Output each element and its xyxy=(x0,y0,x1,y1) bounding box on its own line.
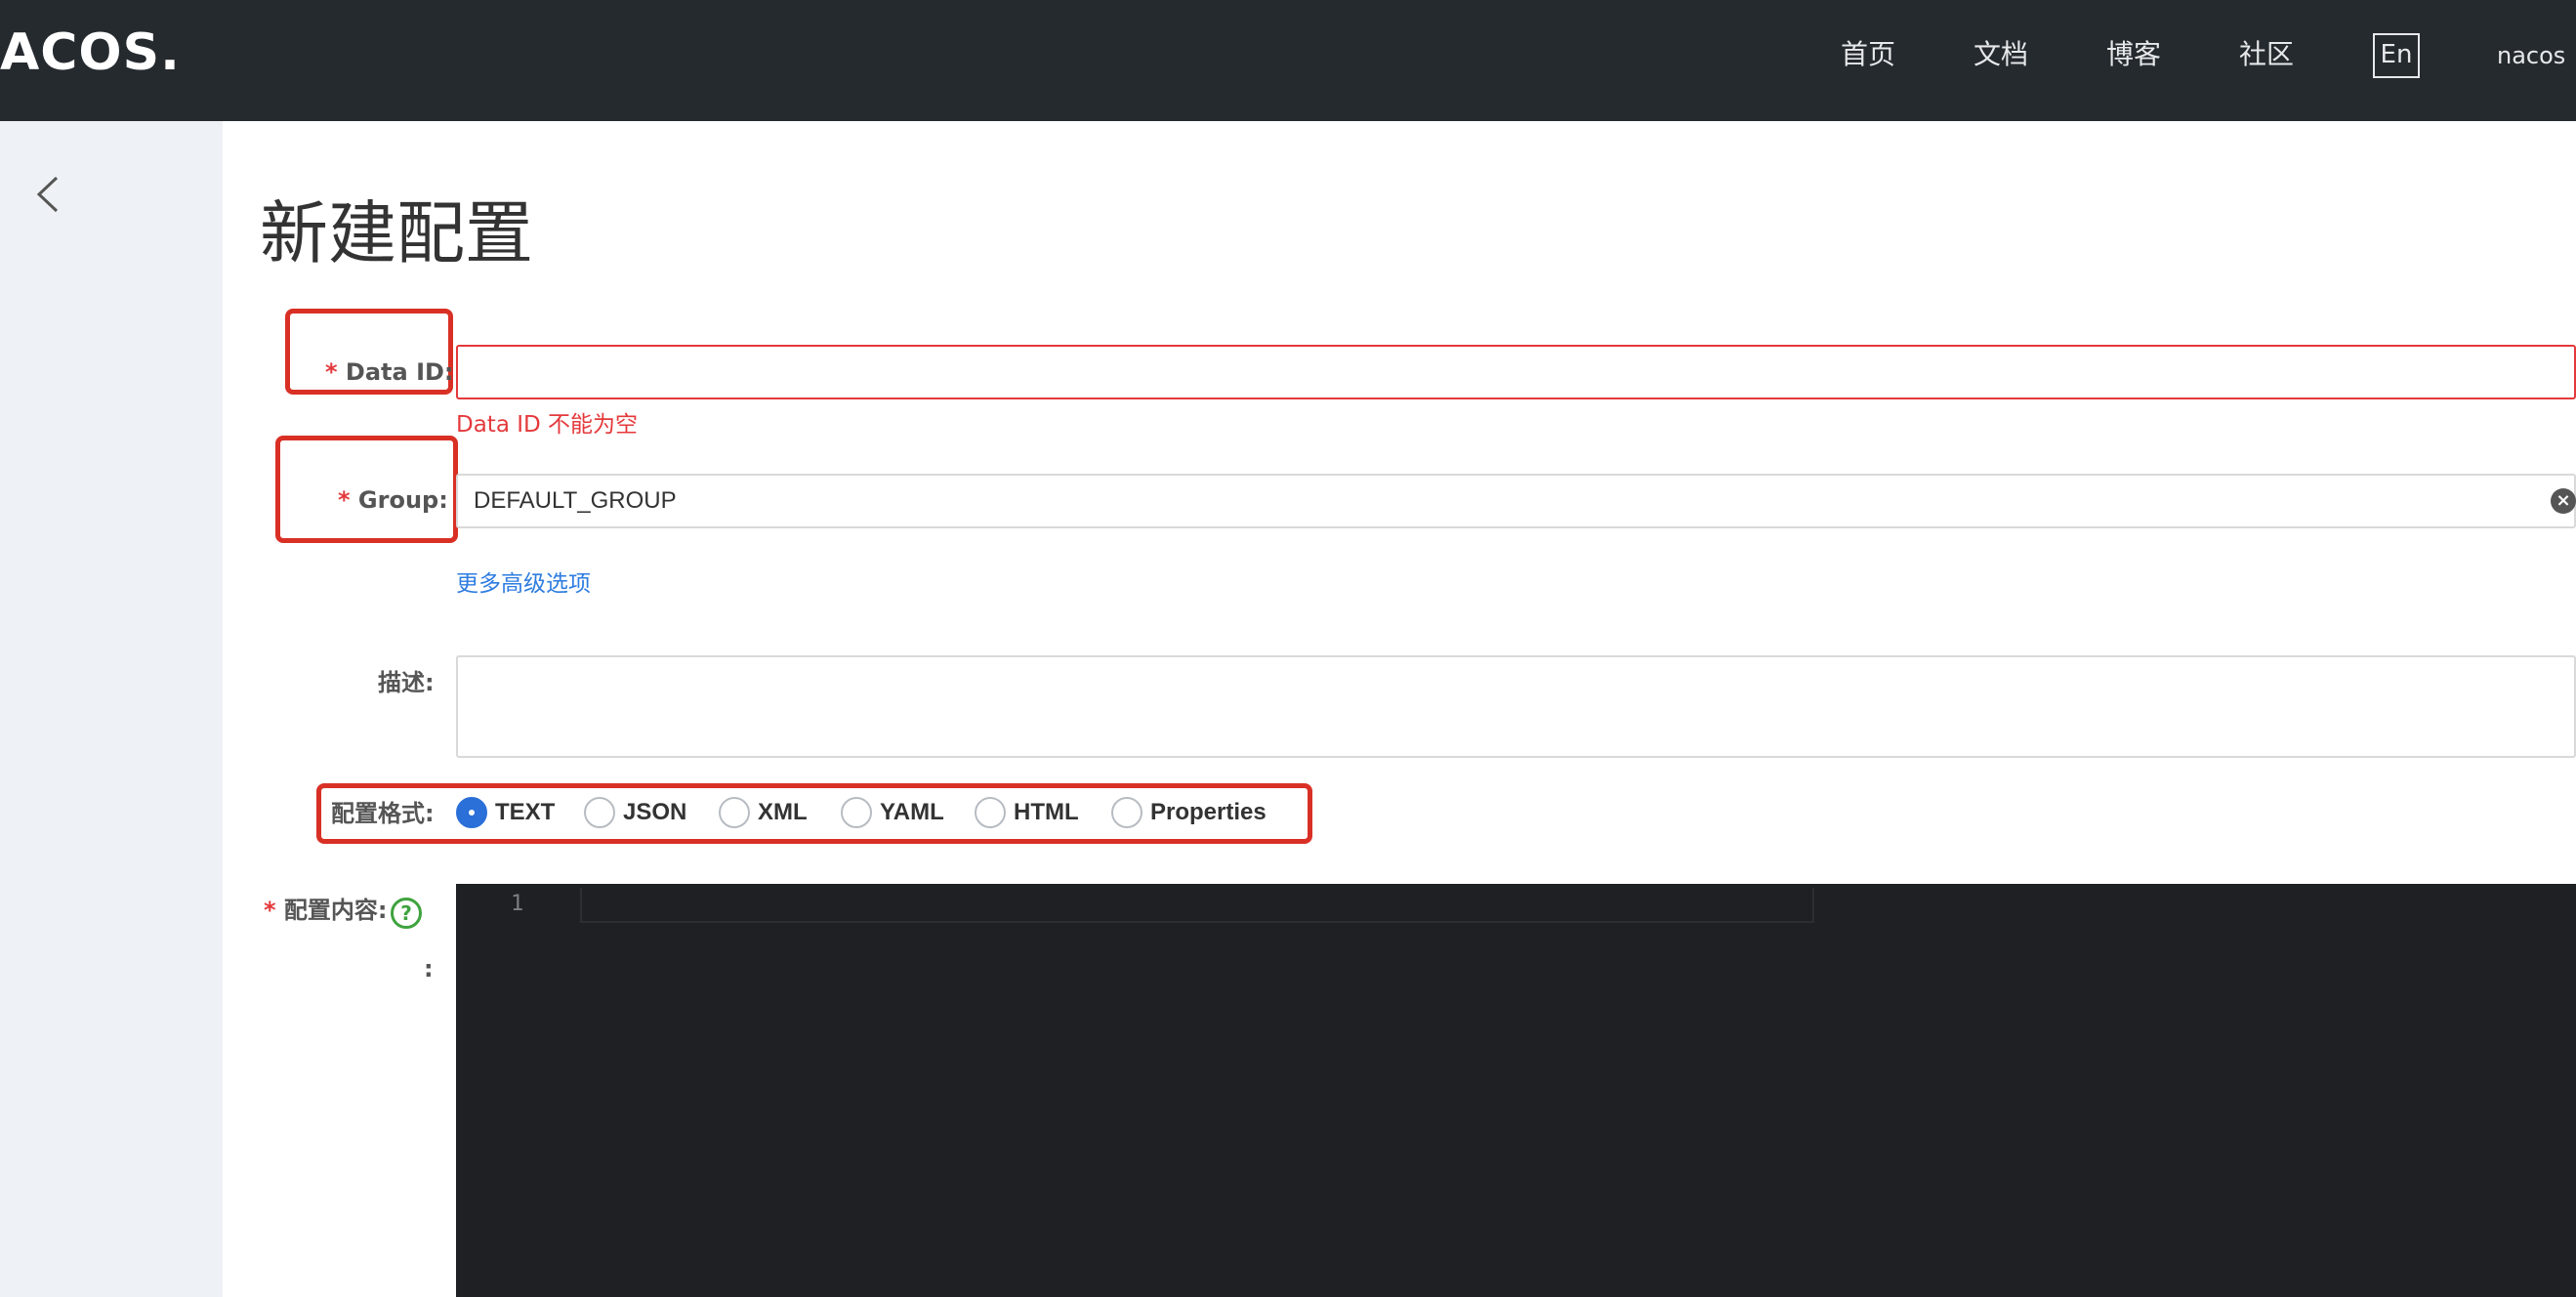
group-input[interactable] xyxy=(456,474,2576,528)
nav-docs[interactable]: 文档 xyxy=(1974,33,2028,76)
page-title: 新建配置 xyxy=(260,193,533,273)
code-editor[interactable]: 1 xyxy=(456,884,2576,1297)
data-id-error: Data ID 不能为空 xyxy=(456,412,639,438)
radio-icon xyxy=(719,797,750,828)
data-id-label: * Data ID: xyxy=(325,358,454,386)
format-radio-xml[interactable]: XML xyxy=(719,796,808,829)
description-textarea[interactable] xyxy=(456,655,2576,758)
format-radio-properties[interactable]: Properties xyxy=(1111,796,1267,829)
question-circle-icon[interactable]: ? xyxy=(391,898,422,929)
nav-community[interactable]: 社区 xyxy=(2239,33,2294,76)
active-line-highlight xyxy=(580,888,1814,923)
language-switch-button[interactable]: En xyxy=(2373,33,2420,78)
group-label: * Group: xyxy=(338,486,448,514)
format-radio-text[interactable]: TEXT xyxy=(456,796,555,829)
data-id-input[interactable] xyxy=(456,345,2576,399)
user-name[interactable]: nacos xyxy=(2497,37,2565,74)
radio-checked-icon xyxy=(456,797,487,828)
advanced-options-link[interactable]: 更多高级选项 xyxy=(456,569,591,599)
description-label: 描述: xyxy=(378,669,435,696)
nav-home[interactable]: 首页 xyxy=(1841,33,1895,76)
nav-blog[interactable]: 博客 xyxy=(2106,33,2161,76)
format-label: 配置格式: xyxy=(331,800,435,827)
radio-icon xyxy=(975,797,1006,828)
format-radio-yaml[interactable]: YAML xyxy=(841,796,944,829)
nacos-logo[interactable]: ACOS. xyxy=(0,23,181,82)
sidebar xyxy=(0,121,223,1297)
radio-icon xyxy=(1111,797,1143,828)
format-radio-html[interactable]: HTML xyxy=(975,796,1079,829)
format-radio-json[interactable]: JSON xyxy=(584,796,686,829)
logo-text: ACOS. xyxy=(0,23,181,82)
back-button[interactable] xyxy=(29,170,68,219)
chevron-left-icon xyxy=(36,176,59,213)
content-label: * 配置内容: xyxy=(264,897,388,924)
clear-icon[interactable]: × xyxy=(2551,488,2576,514)
top-navbar: ACOS. 首页 文档 博客 社区 En nacos xyxy=(0,0,2576,121)
line-number: 1 xyxy=(511,892,524,916)
content-label-colon: : xyxy=(424,955,434,983)
radio-icon xyxy=(584,797,615,828)
radio-icon xyxy=(841,797,872,828)
